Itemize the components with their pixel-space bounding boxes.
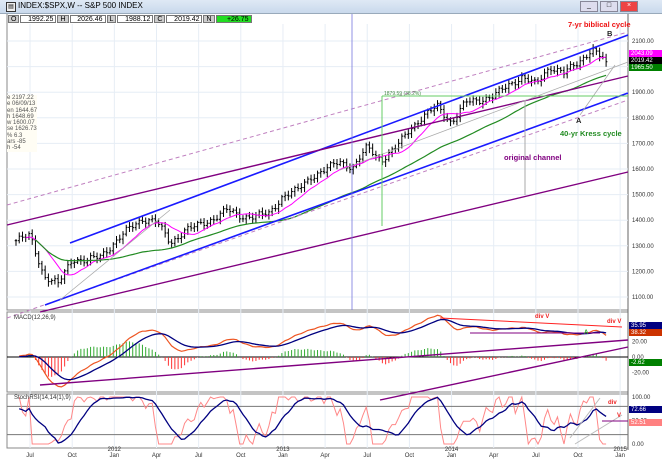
chart-icon: ▤: [6, 2, 16, 12]
stochrsi-v-label: V: [617, 413, 621, 419]
macd-a-label: A: [584, 330, 589, 336]
macd-div-label: div V: [607, 319, 621, 325]
macd-title: MACD(12,26,9): [14, 315, 56, 321]
open-value: 1992.25: [20, 15, 57, 23]
maximize-button[interactable]: □: [600, 1, 618, 12]
x-tick-label: Jan: [110, 453, 120, 459]
x-tick-label: Jan: [278, 453, 288, 459]
chart-window: Jul Oct Jan 2012 Apr Jul Oct Jan 2013 Apr Jul Oct Ja…: [0, 0, 662, 461]
x-tick-label: Jul: [363, 453, 371, 459]
stochrsi-div-label: div: [608, 400, 617, 406]
window-title: INDEX:$SPX,W -- S&P 500 INDEX: [18, 1, 143, 10]
y-tick-label: 1300.00: [632, 244, 654, 250]
stochrsi-title: StochRSI(14,14(1),9): [14, 395, 71, 401]
y-tick-label: 1900.00: [632, 90, 654, 96]
close-value: 2019.42: [166, 15, 203, 23]
minimize-button[interactable]: _: [580, 1, 598, 12]
high-key: H: [57, 15, 69, 23]
macd-y-tick: 20.00: [632, 339, 648, 345]
y-tick-label: 1500.00: [632, 193, 654, 199]
x-tick-label: Jan: [447, 453, 457, 459]
x-tick-label: Apr: [489, 453, 498, 459]
x-tick-label: Oct: [573, 453, 583, 459]
y-tick-label: 1100.00: [632, 295, 654, 301]
annotation-original-channel: original channel: [504, 153, 562, 162]
stochrsi-y-tick: 0.00: [632, 442, 644, 448]
change-key: N: [203, 15, 215, 23]
x-tick-label: Jul: [195, 453, 203, 459]
stochrsi-y-tick: 100.00: [632, 395, 651, 401]
stochrsi-panel: [6, 393, 629, 449]
macd-div-label: div V: [535, 314, 549, 320]
change-value: +26.75: [215, 15, 252, 23]
close-key: C: [154, 15, 166, 23]
macd-tag: 38.32: [631, 330, 647, 336]
x-tick-label: Apr: [152, 453, 161, 459]
price-tag: 1965.50: [631, 65, 653, 71]
y-tick-label: 1700.00: [632, 141, 654, 147]
x-tick-label: Jul: [26, 453, 34, 459]
y-tick-label: 1400.00: [632, 218, 654, 224]
macd-y-tick: -20.00: [632, 371, 650, 377]
x-tick-label: Jan: [615, 453, 625, 459]
x-tick-label: Oct: [405, 453, 415, 459]
info-line: en 1644.67: [7, 107, 38, 114]
x-tick-label: Apr: [320, 453, 329, 459]
title-bar: ▤ INDEX:$SPX,W -- S&P 500 INDEX _ □ ×: [0, 0, 662, 14]
y-tick-label: 1800.00: [632, 116, 654, 122]
info-line: e 06/09/13: [7, 101, 36, 108]
x-tick-year: 2012: [108, 447, 122, 453]
y-tick-label: 2100.00: [632, 39, 654, 45]
x-tick-label: Oct: [68, 453, 78, 459]
x-tick-label: Jul: [532, 453, 540, 459]
info-panel: e 2197.22 e 06/09/13 en 1644.67 h 1648.6…: [7, 95, 38, 152]
info-line: se 1626.73: [7, 126, 37, 133]
y-tick-label: 1200.00: [632, 269, 654, 275]
annotation-b: B: [607, 29, 613, 38]
annotation-kress-cycle: 40-yr Kress cycle: [560, 129, 622, 138]
low-key: L: [106, 15, 117, 23]
macd-tag: 35.95: [631, 323, 647, 329]
stochrsi-tag: 72.66: [631, 407, 647, 413]
price-tag: 2019.42: [631, 58, 653, 64]
info-line: h -54: [7, 145, 21, 152]
ohlc-bar: O 1992.25 H 2026.46 L 1988.12 C 2019.42 N +26…: [8, 15, 253, 23]
macd-tag: -2.62: [631, 360, 645, 366]
x-tick-year: 2014: [445, 447, 459, 453]
price-tag: 2043.09: [631, 51, 653, 57]
stochrsi-tag: 52.51: [631, 420, 647, 426]
close-button[interactable]: ×: [620, 1, 638, 12]
fib-label: 1879.59 (38.2%): [384, 91, 421, 97]
x-tick-year: 2015: [613, 447, 627, 453]
low-value: 1988.12: [117, 15, 154, 23]
x-tick-label: Oct: [236, 453, 246, 459]
high-value: 2026.46: [69, 15, 106, 23]
y-tick-label: 1600.00: [632, 167, 654, 173]
annotation-7yr-cycle: 7-yr biblical cycle: [568, 20, 631, 29]
open-key: O: [8, 15, 20, 23]
annotation-a: A: [576, 116, 582, 125]
x-tick-year: 2013: [276, 447, 290, 453]
chart-canvas[interactable]: Jul Oct Jan2012Apr Jul Oct Jan2013Apr Jul Oct Ja…: [0, 0, 662, 461]
